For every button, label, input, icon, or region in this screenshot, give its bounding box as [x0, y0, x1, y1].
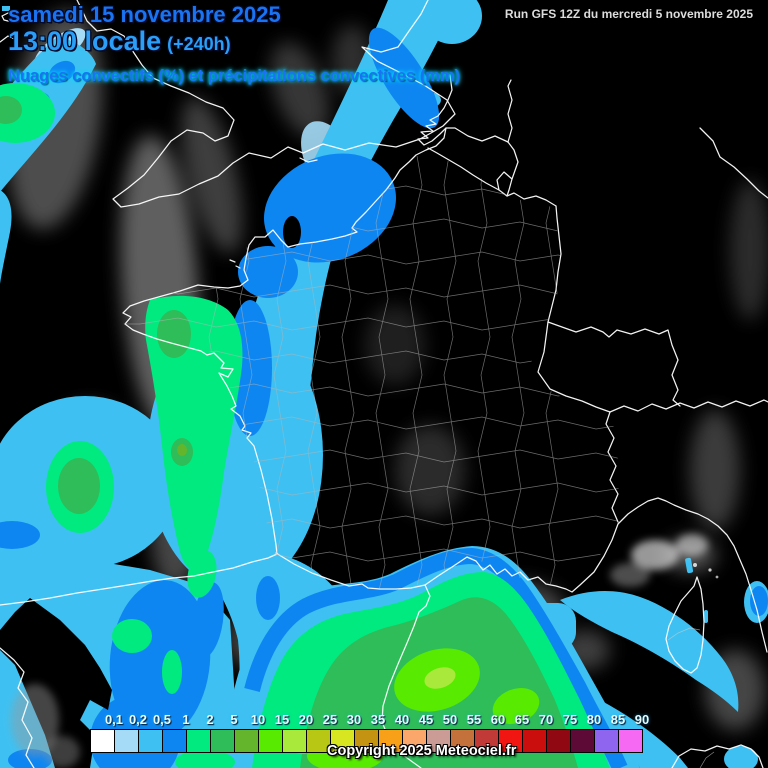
legend-label: 45 [418, 712, 434, 727]
legend-cell: 85 [594, 712, 625, 753]
legend-label: 85 [610, 712, 626, 727]
legend-label: 75 [562, 712, 578, 727]
model-run-info: Run GFS 12Z du mercredi 5 novembre 2025 [504, 7, 753, 21]
legend-label: 20 [298, 712, 314, 727]
legend-cell: 0,2 [114, 712, 147, 753]
legend-cell: 90 [618, 712, 649, 753]
legend-cell: 0,1 [90, 712, 123, 753]
legend-label: 1 [182, 712, 190, 727]
time-row: 13:00 locale (+240h) [8, 26, 231, 57]
legend-label: 0,1 [104, 712, 124, 727]
legend-label: 80 [586, 712, 602, 727]
legend-cell: 80 [570, 712, 601, 753]
parameter-subtitle: Nuages convectifs (%) et précipitations … [8, 67, 461, 85]
legend-cell: 20 [282, 712, 313, 753]
legend-cell: 15 [258, 712, 289, 753]
legend-label: 50 [442, 712, 458, 727]
time-title: 13:00 locale [8, 26, 162, 56]
legend-cell: 1 [162, 712, 190, 753]
forecast-offset: (+240h) [167, 34, 231, 54]
legend-label: 35 [370, 712, 386, 727]
legend-label: 25 [322, 712, 338, 727]
copyright-text: Copyright 2025 Meteociel.fr [327, 743, 517, 759]
legend-cell: 10 [234, 712, 265, 753]
weather-map-screenshot: samedi 15 novembre 2025 13:00 locale (+24… [0, 0, 768, 768]
legend-label: 30 [346, 712, 362, 727]
legend-cell: 2 [186, 712, 214, 753]
legend-label: 10 [250, 712, 266, 727]
legend-label: 55 [466, 712, 482, 727]
legend-cell: 0,5 [138, 712, 171, 753]
legend-label: 2 [206, 712, 214, 727]
legend-label: 90 [634, 712, 650, 727]
legend-label: 70 [538, 712, 554, 727]
legend-cell: 5 [210, 712, 238, 753]
legend-cell: 70 [522, 712, 553, 753]
map-canvas [0, 0, 768, 768]
legend-label: 5 [230, 712, 238, 727]
legend-label: 0,2 [128, 712, 148, 727]
legend-label: 40 [394, 712, 410, 727]
legend-label: 65 [514, 712, 530, 727]
legend-label: 15 [274, 712, 290, 727]
date-title: samedi 15 novembre 2025 [8, 2, 281, 27]
legend-label: 0,5 [152, 712, 172, 727]
legend-label: 60 [490, 712, 506, 727]
legend-cell: 75 [546, 712, 577, 753]
